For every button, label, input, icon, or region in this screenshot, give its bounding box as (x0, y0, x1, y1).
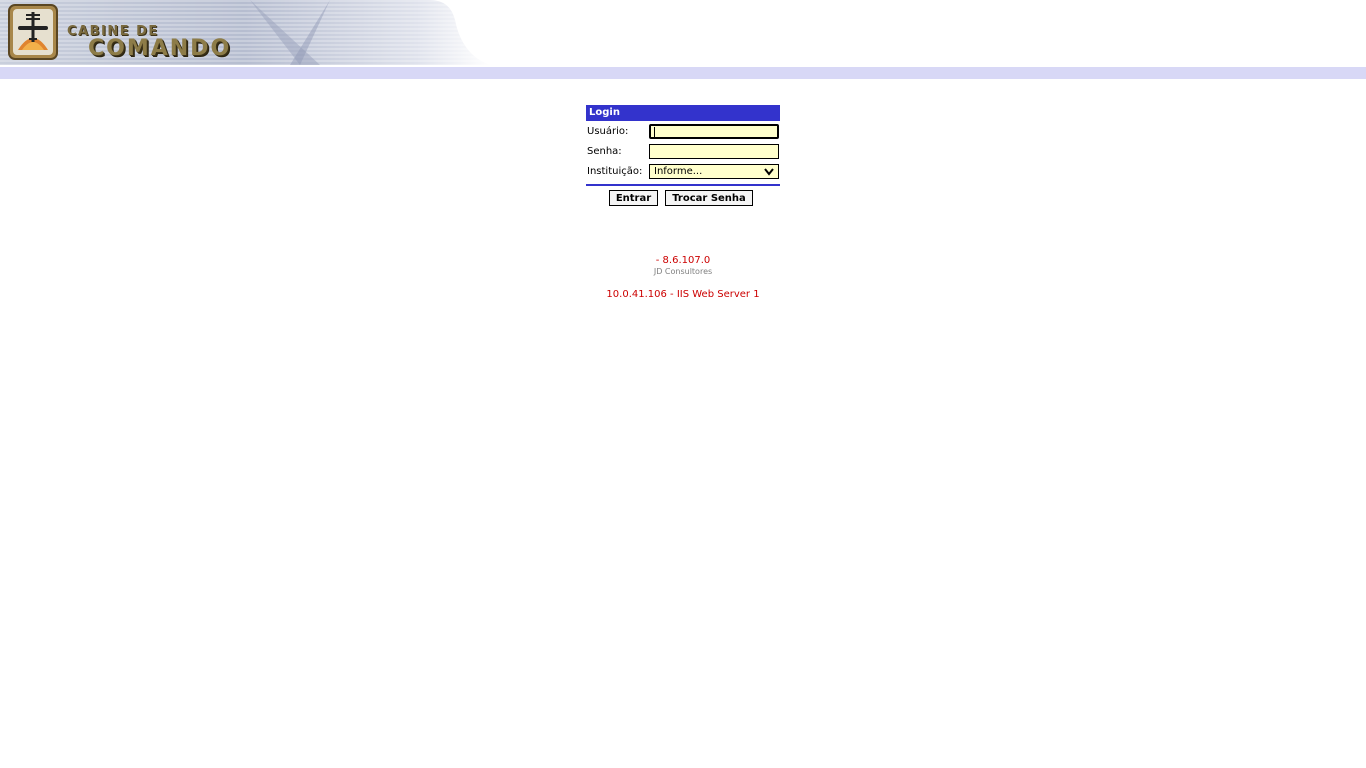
senha-label: Senha: (587, 146, 622, 157)
login-form: Login Usuário: Senha: Instituição: Infor… (586, 105, 780, 210)
instituicao-row: Instituição: Informe... (586, 161, 780, 181)
senha-row: Senha: (586, 141, 780, 161)
form-buttons: Entrar Trocar Senha (586, 186, 780, 210)
trocar-senha-button[interactable]: Trocar Senha (665, 190, 753, 206)
instituicao-selected-value: Informe... (654, 166, 703, 177)
usuario-input[interactable] (649, 124, 779, 139)
server-text: 10.0.41.106 - IIS Web Server 1 (606, 289, 760, 300)
text-caret (654, 127, 655, 137)
senha-input[interactable] (649, 144, 779, 159)
instituicao-select[interactable]: Informe... (649, 164, 779, 179)
page-header: Cabine de Comando (0, 0, 1366, 65)
entrar-button[interactable]: Entrar (609, 190, 658, 206)
usuario-row: Usuário: (586, 121, 780, 141)
version-text: - 8.6.107.0 (655, 255, 711, 266)
header-band (0, 67, 1366, 79)
airplane-emblem-icon (8, 4, 58, 60)
company-text: JD Consultores (653, 267, 713, 276)
chevron-down-icon (764, 168, 774, 176)
login-title: Login (586, 105, 780, 121)
instituicao-label: Instituição: (587, 166, 643, 177)
usuario-label: Usuário: (587, 126, 629, 137)
logo-text-line2: Comando (88, 36, 232, 61)
